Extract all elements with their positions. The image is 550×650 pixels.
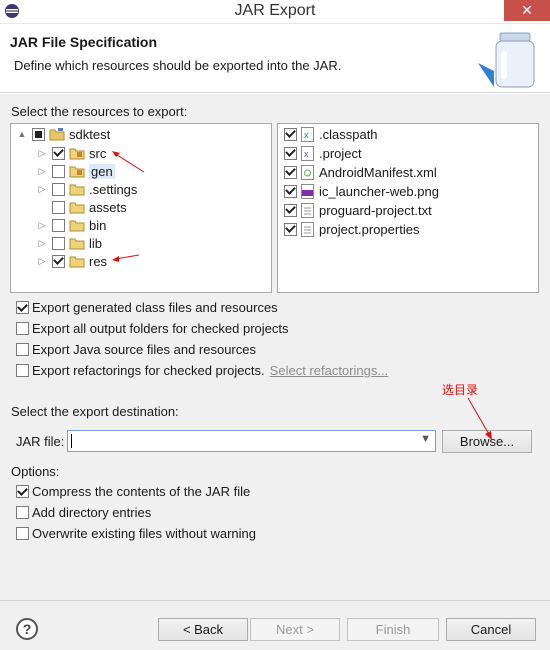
text-caret	[71, 434, 72, 448]
resource-tree[interactable]: ▲ sdktest ▷ src ▷ gen ▷ .settings assets…	[10, 123, 272, 293]
destination-label: Select the export destination:	[11, 404, 179, 419]
back-button[interactable]: < Back	[158, 618, 248, 641]
annotation-arrows	[112, 151, 145, 262]
svg-text:x: x	[304, 149, 309, 159]
list-item[interactable]: project.properties	[284, 220, 419, 238]
checkbox-manifest[interactable]	[284, 165, 297, 179]
cancel-button[interactable]: Cancel	[446, 618, 536, 641]
jar-icon	[478, 32, 535, 88]
file-label: AndroidManifest.xml	[319, 164, 437, 180]
resources-label: Select the resources to export:	[11, 104, 188, 119]
export-refactorings-option[interactable]: Export refactorings for checked projects…	[16, 363, 388, 378]
annotation-arrow	[467, 397, 492, 440]
window-title: JAR Export	[234, 2, 316, 19]
list-item[interactable]: x .project	[284, 144, 362, 162]
page-description: Define which resources should be exporte…	[14, 58, 342, 73]
directory-entries-option[interactable]: Add directory entries	[16, 505, 151, 520]
checkbox-proguard[interactable]	[284, 203, 297, 217]
option-label: Overwrite existing files without warning	[32, 526, 256, 541]
compress-option[interactable]: Compress the contents of the JAR file	[16, 484, 250, 499]
option-label: Export refactorings for checked projects…	[32, 363, 265, 378]
file-label: .project	[319, 145, 362, 161]
wizard-banner: JAR File Specification Define which reso…	[0, 25, 550, 93]
export-output-folders-option[interactable]: Export all output folders for checked pr…	[16, 321, 289, 336]
close-button[interactable]: ✕	[504, 0, 550, 21]
checkbox-project[interactable]	[284, 146, 297, 160]
text-file-icon	[301, 202, 314, 218]
file-label: .classpath	[319, 126, 378, 142]
export-java-source-checkbox[interactable]	[16, 343, 29, 356]
checkbox-properties[interactable]	[284, 222, 297, 236]
export-output-folders-checkbox[interactable]	[16, 322, 29, 335]
list-item[interactable]: proguard-project.txt	[284, 201, 432, 219]
file-label: project.properties	[319, 221, 420, 237]
android-manifest-icon	[301, 164, 314, 180]
list-item[interactable]: x .classpath	[284, 125, 378, 143]
file-label: proguard-project.txt	[319, 202, 432, 218]
list-item[interactable]: AndroidManifest.xml	[284, 163, 437, 181]
option-label: Export generated class files and resourc…	[32, 300, 278, 315]
option-label: Add directory entries	[32, 505, 152, 520]
help-icon[interactable]: ?	[16, 618, 38, 640]
next-button[interactable]: Next >	[250, 618, 340, 641]
dropdown-arrow-icon[interactable]: ▼	[420, 433, 431, 445]
export-generated-class-option[interactable]: Export generated class files and resourc…	[16, 300, 278, 315]
list-item[interactable]: ic_launcher-web.png	[284, 182, 439, 200]
option-label: Export Java source files and resources	[32, 342, 256, 357]
directory-entries-checkbox[interactable]	[16, 506, 29, 519]
options-label: Options:	[11, 464, 60, 479]
checkbox-launcher[interactable]	[284, 184, 297, 198]
select-refactorings-link: Select refactorings...	[269, 363, 389, 378]
export-generated-class-checkbox[interactable]	[16, 301, 29, 314]
option-label: Compress the contents of the JAR file	[32, 484, 251, 499]
xml-file-icon: x	[301, 126, 314, 142]
overwrite-checkbox[interactable]	[16, 527, 29, 540]
file-label: ic_launcher-web.png	[319, 183, 439, 199]
svg-text:x: x	[304, 130, 309, 140]
jar-file-label: JAR file:	[16, 434, 65, 449]
checkbox-classpath[interactable]	[284, 127, 297, 141]
dialog-body: Select the resources to export: ▲ sdktes…	[0, 94, 550, 650]
export-java-source-option[interactable]: Export Java source files and resources	[16, 342, 256, 357]
finish-button[interactable]: Finish	[347, 618, 439, 641]
image-file-icon	[301, 183, 314, 199]
option-label: Export all output folders for checked pr…	[32, 321, 289, 336]
title-bar: JAR Export ✕	[0, 0, 550, 24]
file-list[interactable]: x .classpath x .project AndroidManifest.…	[277, 123, 539, 293]
page-title: JAR File Specification	[10, 34, 158, 50]
export-refactorings-checkbox[interactable]	[16, 364, 29, 377]
jar-file-combo[interactable]: ▼	[67, 430, 436, 452]
compress-checkbox[interactable]	[16, 485, 29, 498]
footer-separator	[0, 600, 550, 601]
xml-file-icon: x	[301, 145, 314, 161]
overwrite-option[interactable]: Overwrite existing files without warning	[16, 526, 256, 541]
text-file-icon	[301, 221, 314, 237]
